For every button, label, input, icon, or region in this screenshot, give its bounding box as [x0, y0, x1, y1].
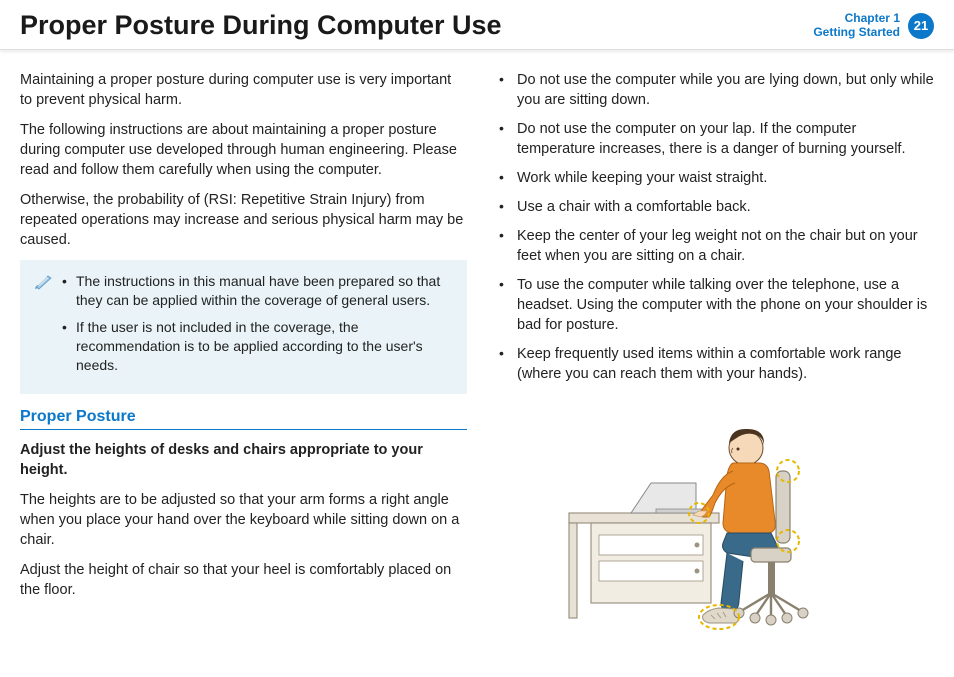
guideline-list: Do not use the computer while you are ly… [487, 70, 934, 384]
page-header: Proper Posture During Computer Use Chapt… [0, 0, 954, 50]
section-heading: Proper Posture [20, 408, 467, 430]
chapter-sub: Getting Started [813, 26, 900, 40]
sub-heading: Adjust the heights of desks and chairs a… [20, 440, 467, 480]
list-item: Keep the center of your leg weight not o… [517, 226, 934, 266]
right-column: Do not use the computer while you are ly… [487, 70, 934, 643]
left-column: Maintaining a proper posture during comp… [20, 70, 467, 643]
list-item: Work while keeping your waist straight. [517, 168, 934, 188]
content-columns: Maintaining a proper posture during comp… [0, 50, 954, 643]
page-number-badge: 21 [908, 13, 934, 39]
note-list: The instructions in this manual have bee… [62, 272, 455, 382]
chapter-text: Chapter 1 Getting Started [813, 12, 900, 40]
list-item: Keep frequently used items within a comf… [517, 344, 934, 384]
list-item: Do not use the computer while you are ly… [517, 70, 934, 110]
intro-para-3: Otherwise, the probability of (RSI: Repe… [20, 190, 467, 250]
body-para: Adjust the height of chair so that your … [20, 560, 467, 600]
note-item: If the user is not included in the cover… [76, 318, 455, 375]
list-item: Do not use the computer on your lap. If … [517, 119, 934, 159]
body-para: The heights are to be adjusted so that y… [20, 490, 467, 550]
note-icon [34, 274, 54, 293]
posture-illustration [487, 393, 934, 643]
intro-para-1: Maintaining a proper posture during comp… [20, 70, 467, 110]
note-item: The instructions in this manual have bee… [76, 272, 455, 310]
page-title: Proper Posture During Computer Use [20, 10, 502, 41]
list-item: To use the computer while talking over t… [517, 275, 934, 335]
note-box: The instructions in this manual have bee… [20, 260, 467, 394]
intro-para-2: The following instructions are about mai… [20, 120, 467, 180]
list-item: Use a chair with a comfortable back. [517, 197, 934, 217]
chapter-block: Chapter 1 Getting Started 21 [813, 12, 934, 40]
chapter-label: Chapter 1 [813, 12, 900, 26]
